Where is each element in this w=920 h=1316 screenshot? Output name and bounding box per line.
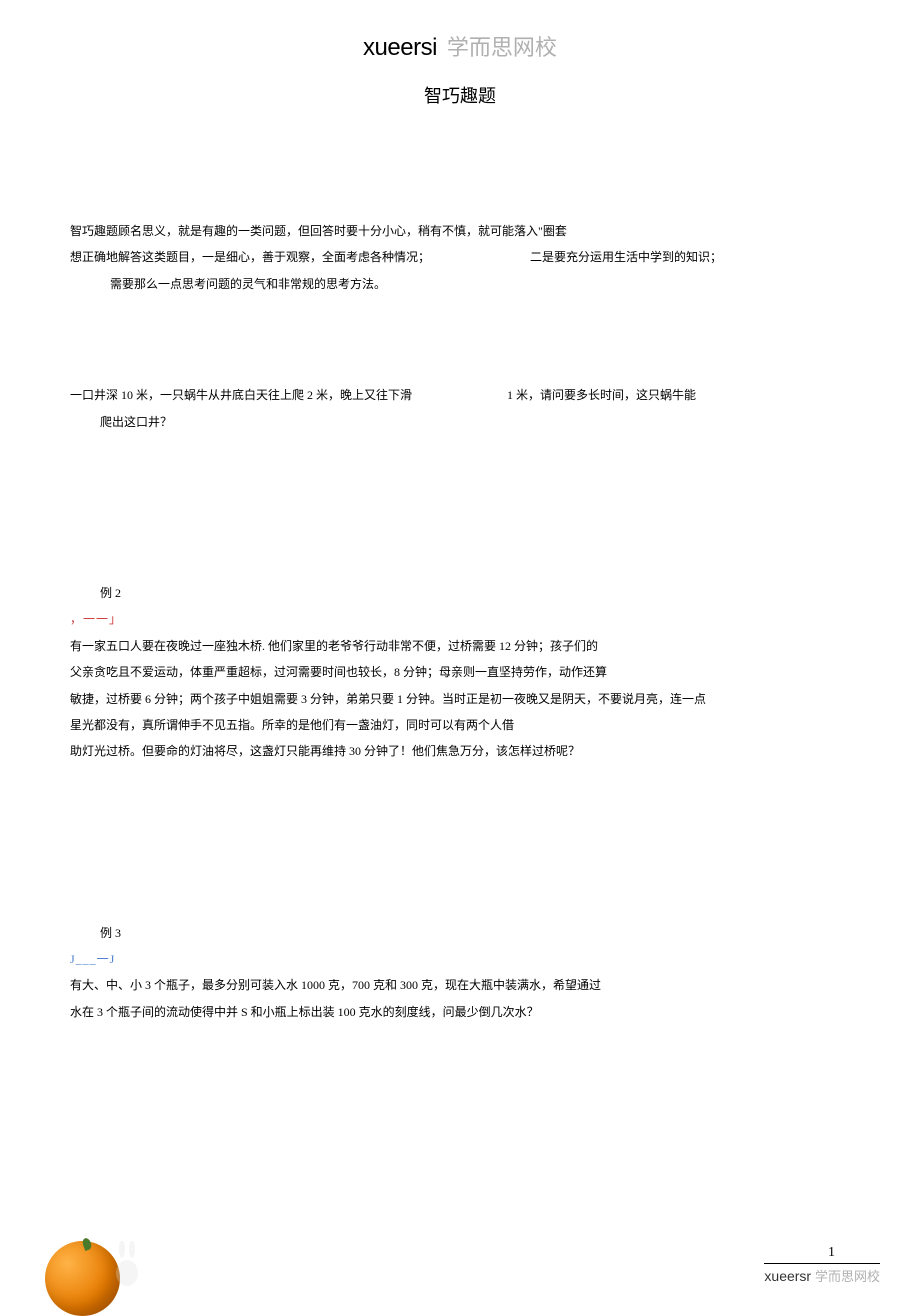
rabbit-icon [110, 1241, 145, 1286]
example-2: 例 2 ，一一」 有一家五口人要在夜晚过一座独木桥. 他们家里的老爷爷行动非常不… [70, 580, 850, 765]
example-3-label: 例 3 [70, 920, 850, 946]
intro-line-2-left: 想正确地解答这类题目，一是细心，善于观察，全面考虑各种情况； [70, 244, 430, 270]
example-2-line-2: 父亲贪吃且不爱运动，体重严重超标，过河需要时间也较长，8 分钟；母亲则一直坚持劳… [70, 659, 850, 685]
brand-en: xueersi [363, 34, 437, 61]
document-title: 智巧趣题 [0, 82, 920, 108]
example-2-line-4: 星光都没有，真所谓伸手不见五指。所幸的是他们有一盏油灯，同时可以有两个人借 [70, 712, 850, 738]
intro-line-2: 想正确地解答这类题目，一是细心，善于观察，全面考虑各种情况； 二是要充分运用生活… [70, 244, 850, 270]
brand-cn: 学而思网校 [447, 35, 557, 60]
example-3-body: 有大、中、小 3 个瓶子，最多分别可装入水 1000 克，700 克和 300 … [70, 972, 850, 1025]
example-2-body: 有一家五口人要在夜晚过一座独木桥. 他们家里的老爷爷行动非常不便，过桥需要 12… [70, 633, 850, 765]
example-2-line-3: 敏捷，过桥要 6 分钟；两个孩子中姐姐需要 3 分钟，弟弟只要 1 分钟。当时正… [70, 686, 850, 712]
example-1-line-2: 爬出这口井？ [70, 409, 850, 435]
intro-line-1: 智巧趣题顾名思义，就是有趣的一类问题，但回答时要十分小心，稍有不慎，就可能落入"… [70, 218, 850, 244]
example-1-line-1: 一口井深 10 米，一只蜗牛从井底白天往上爬 2 米，晚上又往下滑 1 米，请问… [70, 382, 850, 408]
footer-decoration [30, 1216, 150, 1291]
example-3-line-2: 水在 3 个瓶子间的流动使得中并 S 和小瓶上标出装 100 克水的刻度线，问最… [70, 999, 850, 1025]
example-1: 一口井深 10 米，一只蜗牛从井底白天往上爬 2 米，晚上又往下滑 1 米，请问… [70, 382, 850, 435]
orange-orb-icon [45, 1241, 120, 1316]
page-header: xueersi 学而思网校 智巧趣题 [0, 0, 920, 108]
intro-line-2-right: 二是要充分运用生活中学到的知识； [530, 244, 722, 270]
example-3-marker: J___一J [70, 946, 850, 972]
example-3: 例 3 J___一J 有大、中、小 3 个瓶子，最多分别可装入水 1000 克，… [70, 920, 850, 1026]
document-content: 智巧趣题顾名思义，就是有趣的一类问题，但回答时要十分小心，稍有不慎，就可能落入"… [0, 218, 920, 1025]
footer-brand-en: xueersr [764, 1268, 811, 1284]
example-1-line-1-left: 一口井深 10 米，一只蜗牛从井底白天往上爬 2 米，晚上又往下滑 [70, 382, 412, 408]
footer-brand-cn: 学而思网校 [815, 1269, 880, 1284]
leaf-icon [81, 1237, 93, 1251]
brand-title: xueersi 学而思网校 [0, 30, 920, 62]
example-1-line-1-right: 1 米，请问要多长时间，这只蜗牛能 [507, 382, 696, 408]
page-number: 1 [828, 1245, 835, 1261]
intro-section: 智巧趣题顾名思义，就是有趣的一类问题，但回答时要十分小心，稍有不慎，就可能落入"… [70, 218, 850, 297]
intro-line-3: 需要那么一点思考问题的灵气和非常规的思考方法。 [70, 271, 850, 297]
example-2-label: 例 2 [70, 580, 850, 606]
example-2-line-1: 有一家五口人要在夜晚过一座独木桥. 他们家里的老爷爷行动非常不便，过桥需要 12… [70, 633, 850, 659]
example-3-line-1: 有大、中、小 3 个瓶子，最多分别可装入水 1000 克，700 克和 300 … [70, 972, 850, 998]
example-2-marker: ，一一」 [70, 606, 850, 632]
example-2-line-5: 助灯光过桥。但要命的灯油将尽，这盏灯只能再维持 30 分钟了！他们焦急万分，该怎… [70, 738, 850, 764]
footer-brand: xueersr 学而思网校 [764, 1263, 880, 1285]
